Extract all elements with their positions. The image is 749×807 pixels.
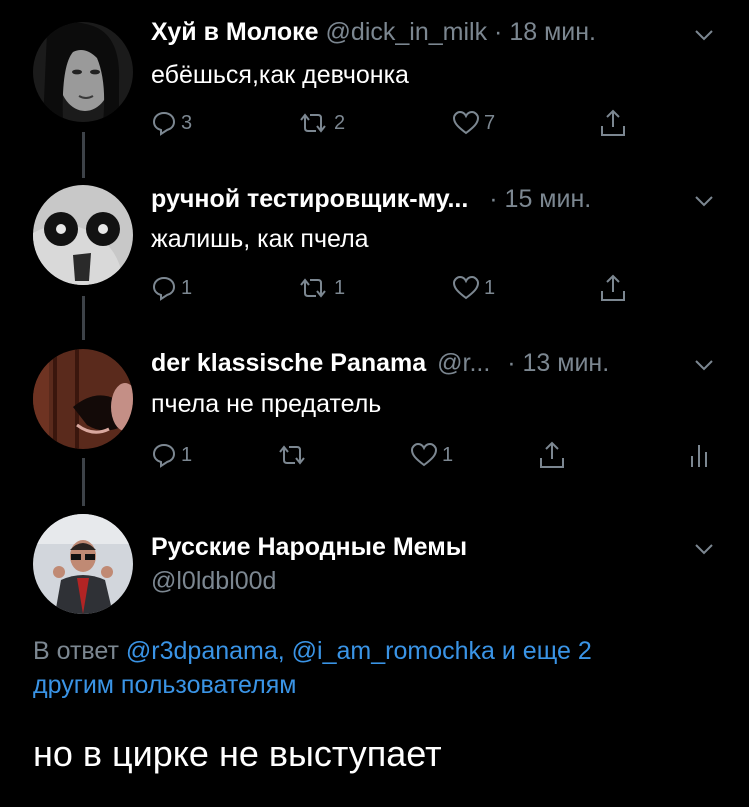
thread-line: [82, 458, 85, 506]
retweet-button[interactable]: [275, 440, 313, 470]
like-count: 1: [484, 276, 496, 299]
reply-button[interactable]: 1: [151, 273, 192, 303]
reply-icon: [151, 442, 177, 468]
thread-line: [82, 296, 85, 340]
timestamp[interactable]: · 15 мин.: [489, 185, 591, 213]
reply-count: 1: [181, 443, 193, 466]
share-button[interactable]: [538, 440, 566, 470]
analytics-icon: [689, 441, 709, 469]
like-count: 1: [442, 443, 454, 466]
reply-mention[interactable]: @r3dpanama,: [126, 637, 285, 665]
analytics-button[interactable]: [689, 440, 709, 470]
retweet-count: 1: [334, 276, 346, 299]
like-icon: [452, 110, 480, 136]
display-name[interactable]: Хуй в Молоке: [151, 18, 319, 46]
reply-prefix: В ответ: [33, 637, 119, 665]
chevron-down-icon[interactable]: [693, 538, 715, 560]
user-handle[interactable]: @dick_in_milk: [326, 18, 488, 46]
share-icon: [599, 273, 627, 303]
avatar[interactable]: [33, 349, 133, 449]
thread-line: [82, 132, 85, 178]
like-button[interactable]: 1: [452, 273, 495, 303]
like-icon: [452, 275, 480, 301]
tweet-header: Русские Народные Мемы: [151, 532, 679, 562]
share-icon: [599, 108, 627, 138]
display-name[interactable]: der klassische Panama: [151, 349, 426, 377]
avatar[interactable]: [33, 185, 133, 285]
avatar[interactable]: [33, 22, 133, 122]
main-tweet-text: но в цирке не выступает: [33, 733, 442, 774]
tweet-text: ебёшься,как девчонка: [151, 61, 409, 89]
reply-button[interactable]: 1: [151, 440, 192, 470]
reply-button[interactable]: 3: [151, 108, 192, 138]
display-name[interactable]: Русские Народные Мемы: [151, 533, 467, 561]
retweet-count: 2: [334, 111, 346, 134]
like-icon: [410, 442, 438, 468]
reply-others-link[interactable]: другим пользователям: [33, 671, 296, 699]
chevron-down-icon[interactable]: [693, 24, 715, 46]
chevron-down-icon[interactable]: [693, 190, 715, 212]
like-button[interactable]: 1: [410, 440, 453, 470]
share-button[interactable]: [599, 273, 627, 303]
user-handle[interactable]: @r...: [437, 349, 490, 377]
avatar[interactable]: [33, 514, 133, 614]
reply-count: 1: [181, 276, 193, 299]
chevron-down-icon[interactable]: [693, 354, 715, 376]
like-count: 7: [484, 111, 496, 134]
retweet-button[interactable]: 1: [296, 273, 345, 303]
like-button[interactable]: 7: [452, 108, 495, 138]
reply-to-line: В ответ @r3dpanama, @i_am_romochka и еще…: [33, 634, 723, 702]
display-name[interactable]: ручной тестировщик-му...: [151, 185, 468, 213]
retweet-icon: [275, 442, 309, 468]
reply-mention[interactable]: @i_am_romochka: [292, 637, 495, 665]
timestamp[interactable]: · 18 мин.: [494, 18, 596, 46]
user-handle[interactable]: @l0ldbl00d: [151, 566, 679, 596]
retweet-button[interactable]: 2: [296, 108, 345, 138]
tweet-text: жалишь, как пчела: [151, 225, 369, 253]
timestamp[interactable]: · 13 мин.: [507, 349, 609, 377]
reply-count: 3: [181, 111, 193, 134]
share-icon: [538, 440, 566, 470]
tweet-text: пчела не предатель: [151, 390, 382, 418]
retweet-icon: [296, 110, 330, 136]
reply-icon: [151, 275, 177, 301]
share-button[interactable]: [599, 108, 627, 138]
tweet-header: ручной тестировщик-му... · 15 мин.: [151, 184, 679, 214]
retweet-icon: [296, 275, 330, 301]
reply-icon: [151, 110, 177, 136]
tweet-header: der klassische Panama @r... · 13 мин.: [151, 348, 679, 378]
tweet-header: Хуй в Молоке @dick_in_milk · 18 мин.: [151, 17, 679, 47]
reply-others-link[interactable]: и еще 2: [502, 637, 592, 665]
